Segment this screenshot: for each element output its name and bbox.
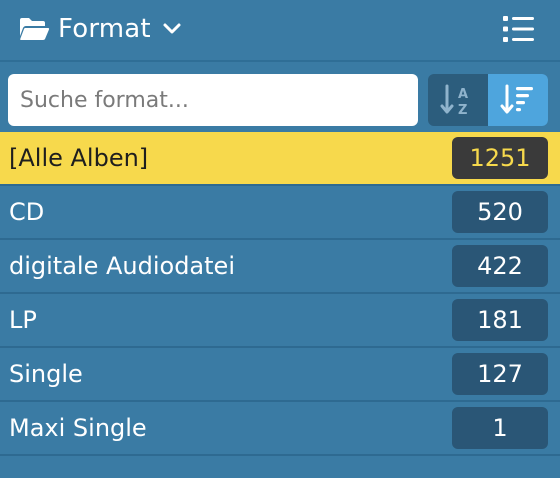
list-item[interactable]: Maxi Single 1 [0, 402, 560, 456]
search-input[interactable] [8, 74, 418, 126]
svg-text:A: A [458, 87, 468, 102]
folder-open-icon [20, 18, 50, 40]
list-item[interactable]: Single 127 [0, 348, 560, 402]
panel-header: Format [0, 0, 560, 58]
count-badge: 520 [452, 191, 548, 233]
count-badge: 422 [452, 245, 548, 287]
sort-toggle-group: A Z [428, 74, 548, 126]
list-icon[interactable] [502, 14, 536, 44]
list-item-label: [Alle Alben] [9, 144, 149, 172]
list-item[interactable]: digitale Audiodatei 422 [0, 240, 560, 294]
list-item-label: Single [9, 360, 83, 388]
sort-by-count-button[interactable] [488, 74, 548, 126]
format-dropdown-toggle[interactable]: Format [18, 11, 183, 47]
sort-alphabetical-button[interactable]: A Z [428, 74, 488, 126]
format-filter-panel: Format A Z [0, 0, 560, 478]
list-item-label: Maxi Single [9, 414, 147, 442]
sort-alpha-icon: A Z [440, 84, 468, 117]
header-divider [0, 60, 560, 62]
count-badge: 181 [452, 299, 548, 341]
format-list: [Alle Alben] 1251 CD 520 digitale Audiod… [0, 132, 560, 456]
list-item[interactable]: CD 520 [0, 186, 560, 240]
panel-title: Format [58, 14, 151, 44]
count-badge: 127 [452, 353, 548, 395]
count-badge: 1 [452, 407, 548, 449]
list-item-label: digitale Audiodatei [9, 252, 235, 280]
chevron-down-icon[interactable] [161, 18, 183, 40]
count-badge: 1251 [452, 137, 548, 179]
list-item-label: LP [9, 306, 37, 334]
sort-count-icon [500, 84, 533, 114]
list-item[interactable]: LP 181 [0, 294, 560, 348]
list-item[interactable]: [Alle Alben] 1251 [0, 132, 560, 186]
svg-text:Z: Z [458, 103, 467, 117]
list-item-label: CD [9, 198, 45, 226]
